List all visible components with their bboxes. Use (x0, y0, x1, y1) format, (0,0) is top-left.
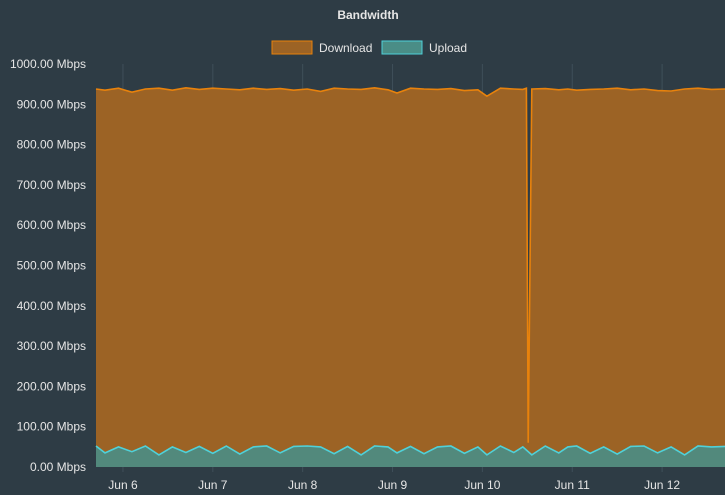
download-area (96, 87, 725, 468)
y-tick-label: 500.00 Mbps (17, 259, 86, 273)
series-layer (95, 86, 725, 468)
legend-label: Download (319, 41, 372, 55)
x-tick-label: Jun 12 (644, 478, 680, 492)
y-tick-label: 200.00 Mbps (17, 379, 86, 393)
y-tick-label: 700.00 Mbps (17, 178, 86, 192)
chart-svg: Bandwidth Download Upload 0.00 Mbps 100.00… (10, 8, 725, 492)
y-tick-label: 0.00 Mbps (30, 460, 86, 474)
x-tick-label: Jun 6 (108, 478, 138, 492)
y-tick-label: 600.00 Mbps (17, 218, 86, 232)
x-tick-label: Jun 10 (464, 478, 500, 492)
y-tick-label: 800.00 Mbps (17, 138, 86, 152)
x-tick-label: Jun 11 (555, 478, 590, 492)
chart-title: Bandwidth (337, 8, 398, 22)
y-tick-label: 1000.00 Mbps (10, 57, 86, 71)
bandwidth-chart: Bandwidth Download Upload 0.00 Mbps 100.00… (0, 0, 725, 495)
x-tick-label: Jun 8 (288, 478, 318, 492)
y-tick-label: 100.00 Mbps (17, 420, 86, 434)
y-tick-label: 300.00 Mbps (17, 339, 86, 353)
x-tick-label: Jun 7 (198, 478, 228, 492)
legend-label: Upload (429, 41, 467, 55)
y-tick-label: 400.00 Mbps (17, 299, 86, 313)
x-tick-label: Jun 9 (378, 478, 408, 492)
legend-item-download[interactable]: Download (271, 40, 372, 55)
legend-item-upload[interactable]: Upload (381, 40, 467, 55)
y-tick-label: 900.00 Mbps (17, 97, 86, 111)
legend-swatch (271, 40, 313, 55)
legend-swatch (381, 40, 423, 55)
chart-legend[interactable]: Download Upload (271, 40, 467, 55)
